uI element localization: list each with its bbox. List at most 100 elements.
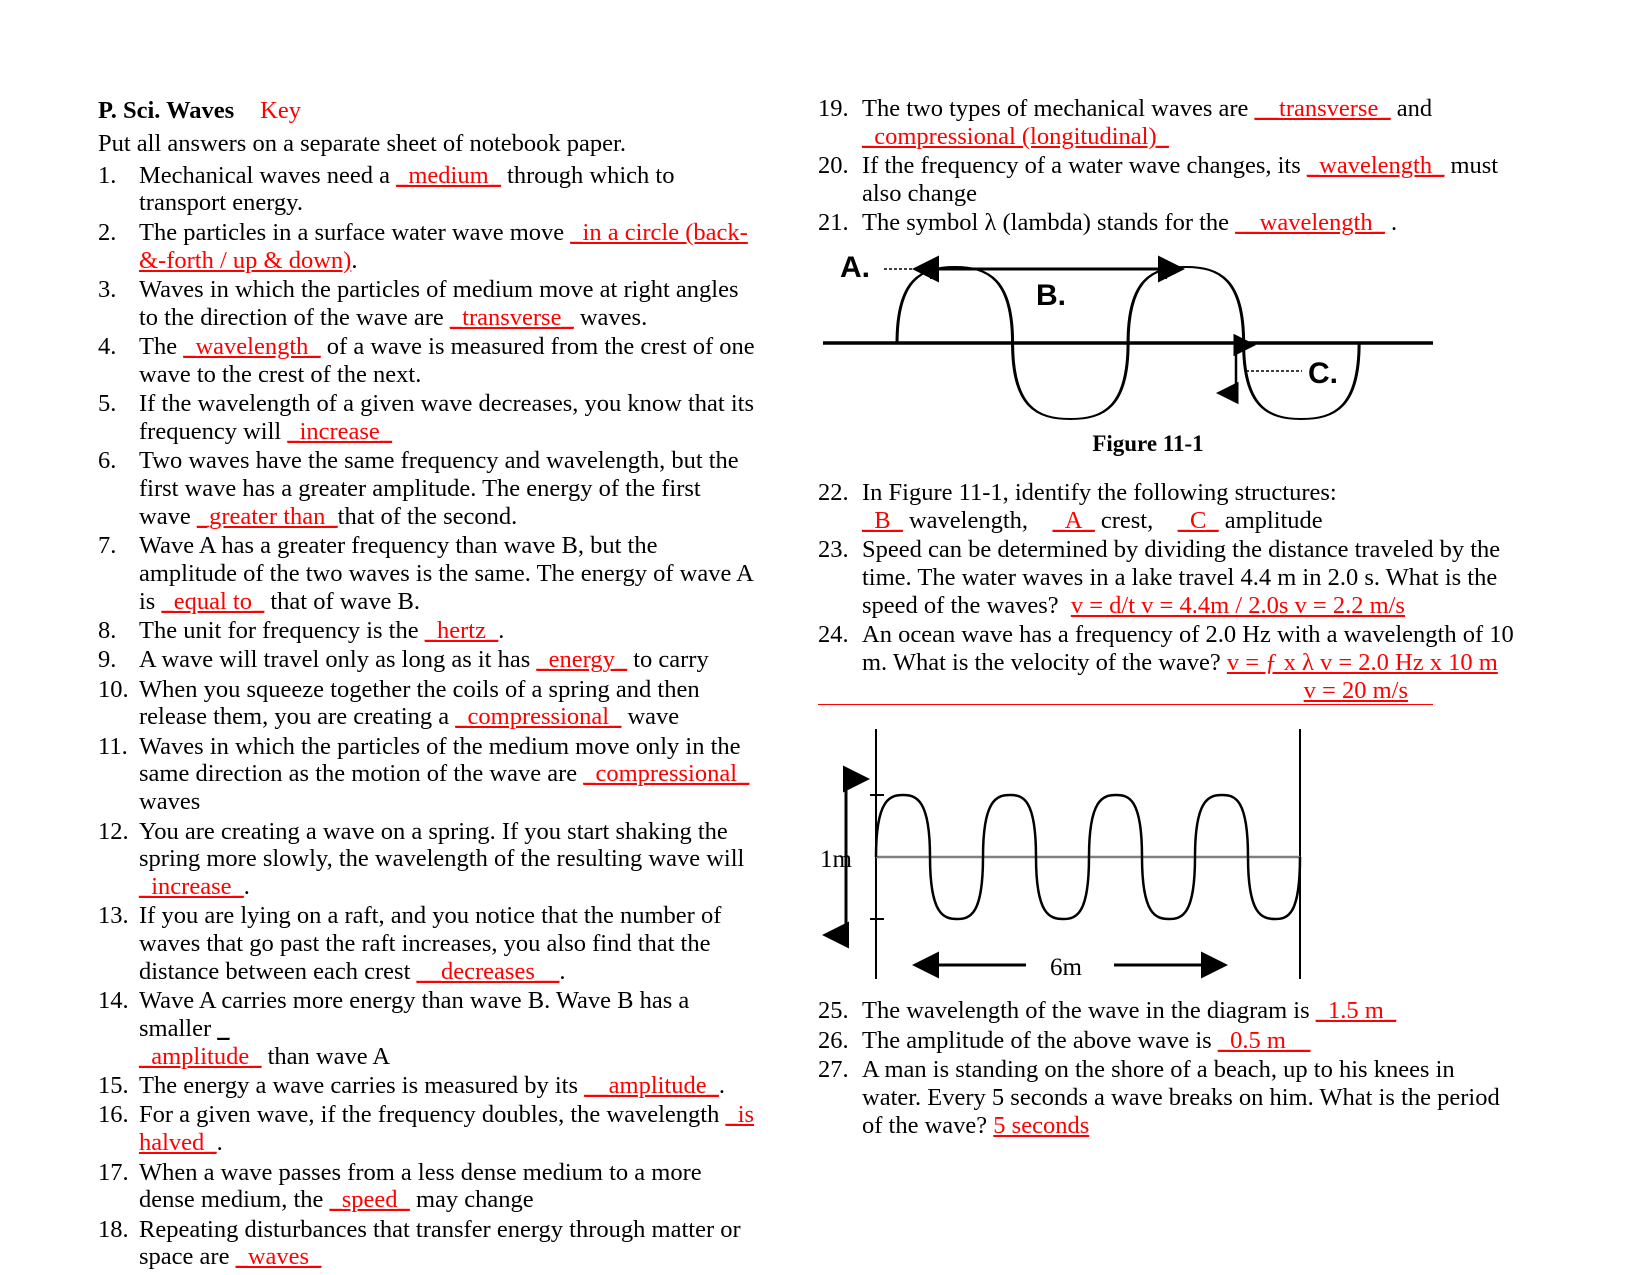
question-item: 27. A man is standing on the shore of a b…	[818, 1056, 1518, 1139]
figure-11-1-caption: Figure 11-1	[1092, 430, 1204, 456]
answer-work: v = d/t v = 4.4m / 2.0s v = 2.2 m/s	[1070, 591, 1405, 619]
question-number: 24.	[818, 620, 849, 648]
question-text: Waves in which the particles of medium m…	[139, 275, 739, 331]
answer-blank-c: _C_	[1177, 506, 1219, 534]
question-item: 10. When you squeeze together the coils o…	[98, 676, 758, 732]
question-list-right-top: 19. The two types of mechanical waves are…	[818, 95, 1518, 237]
page-title-text: P. Sci. Waves	[98, 97, 235, 124]
question-text: The two types of mechanical waves are	[862, 95, 1249, 122]
answer-blank: _transverse_	[449, 303, 574, 331]
label-c-text: C.	[1308, 357, 1338, 390]
question-list-left: 1. Mechanical waves need a _medium_ throu…	[98, 162, 758, 1272]
question-text: Mechanical waves need a	[139, 161, 390, 189]
x-axis-label: 6m	[1050, 954, 1083, 981]
answer-blank: __transverse_	[1254, 95, 1391, 122]
blank-underscore: _	[217, 1015, 230, 1043]
question-text: The energy a wave carries is measured by…	[139, 1072, 579, 1100]
structure-label-wavelength: wavelength,	[908, 506, 1029, 534]
question-text-cont: .	[243, 873, 250, 901]
question-number: 13.	[98, 902, 129, 930]
right-column: 19. The two types of mechanical waves are…	[818, 95, 1518, 1141]
answer-blank: 5 seconds	[993, 1111, 1090, 1139]
question-item: 26. The amplitude of the above wave is _0…	[818, 1027, 1518, 1055]
question-text-cont: to carry	[633, 646, 709, 674]
question-number: 15.	[98, 1072, 129, 1100]
question-text: The	[139, 332, 178, 360]
question-text: The particles in a surface water wave mo…	[139, 218, 565, 246]
question-number: 27.	[818, 1055, 849, 1083]
question-text: In Figure 11-1, identify the following s…	[862, 478, 1337, 506]
question-number: 18.	[98, 1215, 129, 1243]
question-number: 17.	[98, 1158, 129, 1186]
question-item: 15. The energy a wave carries is measured…	[98, 1072, 758, 1100]
label-a-text: A.	[840, 251, 870, 284]
question-text: If the wavelength of a given wave decrea…	[139, 390, 755, 445]
question-item: 22. In Figure 11-1, identify the followin…	[818, 479, 1518, 535]
worksheet-page: P. Sci. Waves Key Put all answers on a se…	[0, 0, 1651, 1275]
question-text-mid: and	[1396, 95, 1433, 122]
question-list-right-bottom: 25. The wavelength of the wave in the dia…	[818, 997, 1518, 1139]
answer-blank: _increase_	[139, 873, 244, 901]
question-item: 16. For a given wave, if the frequency do…	[98, 1101, 758, 1157]
question-item: 14. Wave A carries more energy than wave …	[98, 987, 758, 1070]
question-number: 4.	[98, 332, 117, 360]
question-item: 25. The wavelength of the wave in the dia…	[818, 997, 1518, 1025]
question-text-cont: .	[351, 246, 358, 274]
question-number: 20.	[818, 152, 849, 180]
instructions: Put all answers on a separate sheet of n…	[98, 129, 626, 157]
question-text: The wavelength of the wave in the diagra…	[862, 997, 1310, 1025]
question-number: 12.	[98, 817, 129, 845]
answer-blank: _increase_	[287, 417, 393, 445]
question-item: 3. Waves in which the particles of medium…	[98, 276, 758, 332]
answer-blank: _0.5 m__	[1217, 1026, 1311, 1054]
answer-blank: _compressional_	[583, 760, 750, 788]
question-text: The unit for frequency is the	[139, 616, 419, 644]
question-number: 19.	[818, 95, 849, 122]
answer-blank: _speed_	[329, 1186, 410, 1214]
question-number: 3.	[98, 275, 117, 303]
question-item: 4. The _wavelength_ of a wave is measured…	[98, 333, 758, 389]
question-number: 16.	[98, 1101, 129, 1129]
question-item: 12. You are creating a wave on a spring. …	[98, 818, 758, 901]
question-item: 8. The unit for frequency is the _hertz_.	[98, 617, 758, 645]
structure-label-amplitude: amplitude	[1224, 506, 1323, 534]
question-text: A man is standing on the shore of a beac…	[862, 1055, 1500, 1139]
question-item: 20. If the frequency of a water wave chan…	[818, 152, 1518, 208]
question-item: 24. An ocean wave has a frequency of 2.0 …	[818, 620, 1518, 706]
question-text: A wave will travel only as long as it ha…	[139, 646, 531, 674]
question-number: 8.	[98, 616, 117, 644]
label-b-text: B.	[1036, 279, 1066, 312]
y-axis-label: 1m	[820, 846, 853, 873]
question-item: 11. Waves in which the particles of the m…	[98, 733, 758, 816]
question-item: 21. The symbol λ (lambda) stands for the …	[818, 209, 1518, 237]
figure-2-diagram: 1m 6m	[818, 717, 1518, 997]
question-text-cont: that of wave B.	[270, 587, 421, 615]
question-text-cont: .	[718, 1072, 725, 1100]
question-item: 2. The particles in a surface water wave …	[98, 219, 758, 275]
answer-blank: _energy_	[536, 646, 628, 674]
question-number: 25.	[818, 997, 849, 1025]
question-text: The symbol λ (lambda) stands for the	[862, 209, 1230, 237]
question-list-right-mid: 22. In Figure 11-1, identify the followin…	[818, 479, 1518, 706]
question-text: If the frequency of a water wave changes…	[862, 152, 1301, 180]
question-item: 7. Wave A has a greater frequency than wa…	[98, 532, 758, 615]
answer-blank-b: _B_	[862, 506, 903, 534]
wave-diagram-2-svg: 1m 6m	[820, 729, 1302, 981]
question-text-cont: waves.	[579, 303, 648, 331]
question-item: 23. Speed can be determined by dividing t…	[818, 536, 1518, 619]
answer-work-2: v = 20 m/s	[1303, 676, 1408, 704]
figure-11-1-diagram: A. B. C.	[818, 245, 1518, 425]
answer-blank: _equal to_	[161, 587, 265, 615]
question-text-cont: than wave A	[267, 1042, 391, 1070]
question-number: 11.	[98, 732, 128, 760]
question-number: 22.	[818, 478, 849, 506]
answer-blank: __amplitude_	[584, 1072, 719, 1100]
question-text: You are creating a wave on a spring. If …	[139, 817, 745, 873]
answer-work: v = ƒ x λ v = 2.0 Hz x 10 m	[1226, 648, 1498, 676]
question-number: 14.	[98, 987, 129, 1015]
question-number: 21.	[818, 209, 849, 237]
question-number: 23.	[818, 536, 849, 564]
question-text-cont: that of the second.	[337, 502, 518, 530]
question-text: The amplitude of the above wave is	[862, 1026, 1212, 1054]
question-text-cont: .	[216, 1129, 223, 1157]
